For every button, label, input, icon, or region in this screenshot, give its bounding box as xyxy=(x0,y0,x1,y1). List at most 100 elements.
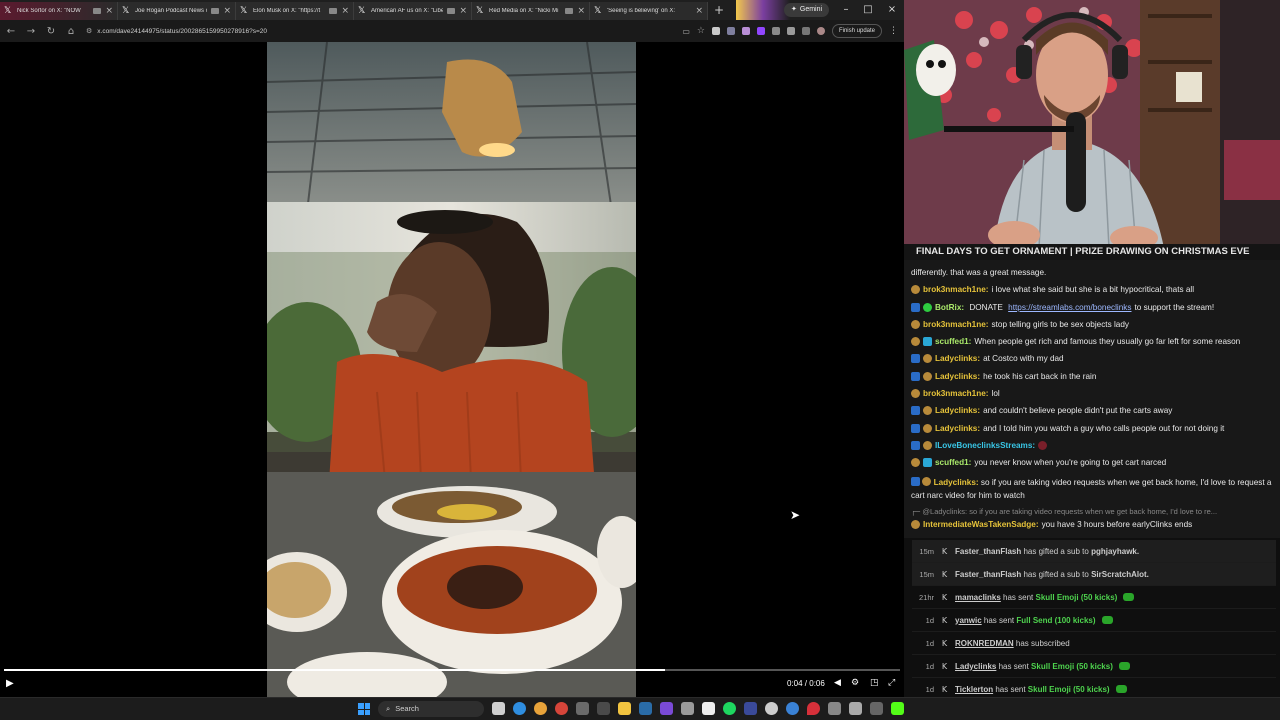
steam-icon[interactable] xyxy=(639,702,652,715)
new-tab-button[interactable]: + xyxy=(712,3,726,17)
play-icon[interactable]: ▶ xyxy=(6,678,14,689)
tab-title: 'Seeing is believing' on X: xyxy=(607,8,676,14)
event-target[interactable]: SirScratchAlot. xyxy=(1091,570,1149,579)
minimize-icon[interactable]: – xyxy=(840,3,852,17)
close-icon[interactable]: × xyxy=(341,6,349,16)
media-playing-icon[interactable] xyxy=(329,8,338,14)
volume-icon[interactable]: ◀ xyxy=(834,678,841,688)
chat-username[interactable]: Ladyclinks: xyxy=(935,402,980,419)
chat-username[interactable]: brok3nmach1ne: xyxy=(923,385,989,402)
chrome-icon[interactable] xyxy=(534,702,547,715)
settings-gear-icon[interactable]: ⚙ xyxy=(851,678,859,688)
extension-icon[interactable] xyxy=(771,27,780,35)
media-playing-icon[interactable] xyxy=(93,8,102,14)
mouse-cursor-icon: ➤ xyxy=(790,508,801,522)
kick-app-icon[interactable] xyxy=(891,702,904,715)
extension-icon[interactable] xyxy=(711,27,720,35)
menu-kebab-icon[interactable]: ⋮ xyxy=(889,26,898,36)
app-icon[interactable] xyxy=(828,702,841,715)
chat-username[interactable]: scuffed1: xyxy=(935,333,971,350)
chat-username[interactable]: brok3nmach1ne: xyxy=(923,281,989,298)
video-progress-bar[interactable] xyxy=(4,669,900,671)
tab-elon-musk[interactable]: 𝕏 Elon Musk on X: "https://t × xyxy=(236,2,354,20)
app-icon[interactable] xyxy=(849,702,862,715)
chat-username[interactable]: ILoveBoneclinksStreams: xyxy=(935,437,1035,454)
event-username[interactable]: mamaclinks xyxy=(955,593,1001,602)
extension-icon[interactable] xyxy=(741,27,750,35)
extension-icon[interactable] xyxy=(726,27,735,35)
taskbar-search[interactable]: ⌕ Search xyxy=(378,701,484,717)
profile-avatar[interactable] xyxy=(816,27,825,35)
chat-username[interactable]: Ladyclinks: xyxy=(935,350,980,367)
forward-icon[interactable]: → xyxy=(26,26,36,37)
app-icon[interactable] xyxy=(681,702,694,715)
chat-username[interactable]: Ladyclinks: xyxy=(934,478,979,487)
tab-american-af[interactable]: 𝕏 American AF us on X: "Libe × xyxy=(354,2,472,20)
edge-icon[interactable] xyxy=(513,702,526,715)
event-username[interactable]: Faster_thanFlash xyxy=(955,547,1021,556)
file-explorer-icon[interactable] xyxy=(618,702,631,715)
x-logo-icon: 𝕏 xyxy=(594,5,602,16)
app-icon[interactable] xyxy=(786,702,799,715)
event-username[interactable]: yanwic xyxy=(955,616,982,625)
app-icon[interactable] xyxy=(765,702,778,715)
event-username[interactable]: Faster_thanFlash xyxy=(955,570,1021,579)
video-frame[interactable] xyxy=(267,42,636,697)
chat-message: Ladyclinks: and couldn't believe people … xyxy=(911,402,1274,419)
spotify-icon[interactable] xyxy=(723,702,736,715)
event-username[interactable]: ROKNREDMAN xyxy=(955,639,1014,648)
tab-nick-sortor[interactable]: 𝕏 Nick Sortor on X: "NOW × xyxy=(0,2,118,20)
site-info-icon[interactable]: ⚙ xyxy=(86,27,92,35)
app-icon[interactable] xyxy=(744,702,757,715)
chat-username[interactable]: BotRix: xyxy=(935,299,964,316)
close-icon[interactable]: × xyxy=(459,6,467,16)
puzzle-extensions-icon[interactable] xyxy=(786,27,795,35)
map-pin-icon[interactable] xyxy=(807,702,820,715)
tab-red-media[interactable]: 𝕏 Red Media on X: "Nicki Mi × xyxy=(472,2,590,20)
windows-start-icon[interactable] xyxy=(358,703,370,715)
back-icon[interactable]: ← xyxy=(6,26,16,37)
app-icon[interactable] xyxy=(597,702,610,715)
app-icon[interactable] xyxy=(660,702,673,715)
finish-update-button[interactable]: Finish update xyxy=(831,24,882,38)
close-icon[interactable]: × xyxy=(105,6,113,16)
tab-seeing-is-believing[interactable]: 𝕏 'Seeing is believing' on X: × xyxy=(590,2,708,20)
event-target[interactable]: pghjayhawk. xyxy=(1091,547,1139,556)
reply-text: @Ladyclinks: so if you are taking video … xyxy=(922,506,1218,516)
chat-username[interactable]: brok3nmach1ne: xyxy=(923,316,989,333)
close-icon[interactable]: × xyxy=(223,6,231,16)
coin-badge-icon xyxy=(911,458,920,468)
app-icon[interactable] xyxy=(702,702,715,715)
event-username[interactable]: Ladyclinks xyxy=(955,662,996,671)
url-input[interactable]: ⚙ x.com/dave24144975/status/200286515995… xyxy=(86,23,606,39)
fullscreen-icon[interactable]: ⤢ xyxy=(888,678,895,688)
task-view-icon[interactable] xyxy=(492,702,505,715)
tab-joe-rogan[interactable]: 𝕏 Joe Rogan Podcast News o × xyxy=(118,2,236,20)
reply-preview[interactable]: ┌─ @Ladyclinks: so if you are taking vid… xyxy=(911,505,1274,518)
maximize-icon[interactable]: □ xyxy=(862,3,874,17)
media-playing-icon[interactable] xyxy=(211,8,220,14)
sidebar-icon[interactable] xyxy=(801,27,810,35)
media-playing-icon[interactable] xyxy=(447,8,456,14)
gemini-button[interactable]: ✦ Gemini xyxy=(784,3,830,17)
event-username[interactable]: Ticklerton xyxy=(955,685,993,694)
extension-icon[interactable] xyxy=(756,27,765,35)
app-icon[interactable] xyxy=(870,702,883,715)
chat-username[interactable]: Ladyclinks: xyxy=(935,420,980,437)
close-icon[interactable]: × xyxy=(695,6,703,16)
donate-link[interactable]: https://streamlabs.com/boneclinks xyxy=(1008,299,1131,316)
chat-username[interactable]: Ladyclinks: xyxy=(935,368,980,385)
media-playing-icon[interactable] xyxy=(565,8,574,14)
close-icon[interactable]: × xyxy=(577,6,585,16)
cast-icon[interactable]: ▭ xyxy=(682,27,690,36)
picture-in-picture-icon[interactable]: ◳ xyxy=(870,678,879,688)
bookmark-star-icon[interactable]: ☆ xyxy=(697,26,705,36)
chrome-profile-icon[interactable] xyxy=(555,702,568,715)
reload-icon[interactable]: ↻ xyxy=(46,26,56,37)
chat-username[interactable]: scuffed1: xyxy=(935,454,971,471)
close-window-icon[interactable]: × xyxy=(886,3,898,17)
chat-username[interactable]: IntermediateWasTakenSadge: xyxy=(923,518,1039,532)
video-player[interactable]: ➤ ▶ 0:04 / 0:06 ◀ ⚙ ◳ ⤢ xyxy=(0,42,904,697)
app-icon[interactable] xyxy=(576,702,589,715)
home-icon[interactable]: ⌂ xyxy=(66,26,76,37)
